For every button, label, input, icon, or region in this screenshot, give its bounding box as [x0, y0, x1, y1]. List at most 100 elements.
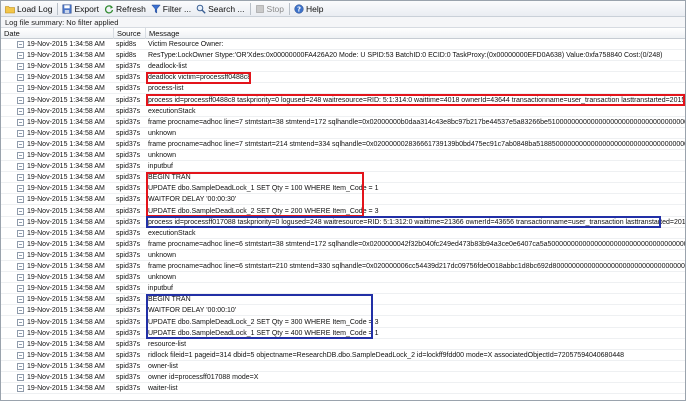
log-entry-icon — [17, 107, 24, 115]
log-message-cell: process-list — [148, 85, 184, 93]
search-icon — [196, 4, 206, 14]
log-row[interactable]: 19-Nov-2015 1:34:58 AM spid37s ridlock fil… — [1, 350, 685, 361]
log-source-cell: spid37s — [116, 129, 141, 137]
log-file-viewer: Load Log Export Refresh Filter ... Searc… — [0, 0, 686, 401]
log-message-cell: executionStack — [148, 229, 196, 237]
log-date-cell: 19-Nov-2015 1:34:58 AM — [27, 385, 105, 393]
log-row[interactable]: 19-Nov-2015 1:34:58 AM spid37s deadlock-li… — [1, 61, 685, 73]
log-message-cell: resource-list — [148, 340, 187, 348]
log-message-cell: UPDATE dbo.SampleDeadLock_2 SET Qty = 30… — [148, 318, 379, 326]
log-row[interactable]: 19-Nov-2015 1:34:58 AM spid37s deadlock vi… — [1, 72, 685, 84]
log-entry-icon — [17, 196, 24, 204]
log-entry-icon — [17, 240, 24, 248]
log-row[interactable]: 19-Nov-2015 1:34:58 AM spid37s process id=… — [1, 217, 686, 228]
log-row[interactable]: 19-Nov-2015 1:34:58 AM spid37s unknown — [1, 128, 685, 139]
log-row[interactable]: 19-Nov-2015 1:34:58 AM spid37s inputbuf — [1, 283, 685, 295]
filter-button[interactable]: Filter ... — [149, 2, 194, 16]
log-source-cell: spid37s — [116, 63, 141, 71]
log-date-cell: 19-Nov-2015 1:34:58 AM — [27, 185, 105, 193]
log-date-cell: 19-Nov-2015 1:34:58 AM — [27, 207, 105, 215]
log-date-cell: 19-Nov-2015 1:34:58 AM — [27, 229, 105, 237]
log-entry-icon — [17, 207, 24, 215]
log-source-cell: spid37s — [116, 107, 141, 115]
log-row[interactable]: 19-Nov-2015 1:34:58 AM spid37s frame procn… — [1, 117, 685, 128]
help-button[interactable]: ? Help — [292, 2, 326, 16]
log-source-cell: spid37s — [116, 96, 141, 104]
log-row[interactable]: 19-Nov-2015 1:34:58 AM spid37s unknown — [1, 150, 685, 162]
log-date-cell: 19-Nov-2015 1:34:58 AM — [27, 274, 105, 282]
log-row[interactable]: 19-Nov-2015 1:34:58 AM spid37s UPDATE dbo.… — [1, 317, 685, 328]
refresh-label: Refresh — [116, 3, 146, 14]
log-row[interactable]: 19-Nov-2015 1:34:58 AM spid37s executionSt… — [1, 106, 685, 117]
log-row[interactable]: 19-Nov-2015 1:34:58 AM spid37s BEGIN TRAN — [1, 294, 685, 306]
log-row[interactable]: 19-Nov-2015 1:34:58 AM spid37s UPDATE dbo.… — [1, 206, 685, 217]
log-row[interactable]: 19-Nov-2015 1:34:58 AM spid37s BEGIN TRAN — [1, 172, 685, 184]
log-entry-icon — [17, 140, 24, 148]
stop-icon — [255, 4, 265, 14]
search-button[interactable]: Search ... — [194, 2, 247, 16]
log-row[interactable]: 19-Nov-2015 1:34:58 AM spid8s ResType:Lock… — [1, 50, 685, 62]
save-icon — [62, 4, 72, 14]
log-entry-icon — [17, 218, 24, 226]
log-entry-icon — [17, 318, 24, 326]
help-icon: ? — [294, 3, 304, 14]
log-message-cell: frame procname=adhoc line=6 stmtstart=21… — [148, 263, 686, 270]
log-entry-icon — [17, 351, 24, 359]
log-row[interactable]: 19-Nov-2015 1:34:58 AM spid8s Victim Resou… — [1, 39, 685, 51]
stop-button[interactable]: Stop — [253, 2, 288, 16]
log-entry-icon — [17, 263, 24, 270]
date-column-header[interactable]: Date — [1, 28, 114, 39]
log-row[interactable]: 19-Nov-2015 1:34:58 AM spid37s inputbuf — [1, 161, 685, 173]
log-date-cell: 19-Nov-2015 1:34:58 AM — [27, 218, 105, 226]
log-row[interactable]: 19-Nov-2015 1:34:58 AM spid37s unknown — [1, 250, 685, 261]
log-message-cell: deadlock-list — [148, 63, 187, 71]
log-message-cell: unknown — [148, 274, 177, 282]
log-date-cell: 19-Nov-2015 1:34:58 AM — [27, 52, 105, 60]
log-source-cell: spid37s — [116, 351, 141, 359]
log-row[interactable]: 19-Nov-2015 1:34:58 AM spid37s unknown — [1, 272, 685, 284]
log-row[interactable]: 19-Nov-2015 1:34:58 AM spid37s process-lis… — [1, 83, 685, 95]
log-date-cell: 19-Nov-2015 1:34:58 AM — [27, 196, 105, 204]
log-date-cell: 19-Nov-2015 1:34:58 AM — [27, 96, 105, 104]
log-message-cell: ResType:LockOwner Stype:'OR'Xdes:0x00000… — [148, 52, 663, 60]
log-row[interactable]: 19-Nov-2015 1:34:58 AM spid37s UPDATE dbo.… — [1, 183, 685, 195]
refresh-button[interactable]: Refresh — [102, 2, 149, 16]
log-date-cell: 19-Nov-2015 1:34:58 AM — [27, 41, 105, 48]
log-row[interactable]: 19-Nov-2015 1:34:58 AM spid37s resource-li… — [1, 339, 685, 350]
log-row[interactable]: 19-Nov-2015 1:34:58 AM spid37s frame procn… — [1, 261, 686, 273]
message-column-header[interactable]: Message — [146, 28, 685, 39]
log-message-cell: deadlock victim=processff0488c8 — [148, 74, 252, 82]
log-row[interactable]: 19-Nov-2015 1:34:58 AM spid37s owner-list — [1, 361, 685, 372]
log-row[interactable]: 19-Nov-2015 1:34:58 AM spid37s WAITFOR DEL… — [1, 194, 685, 206]
log-source-cell: spid37s — [116, 385, 141, 393]
log-row[interactable]: 19-Nov-2015 1:34:58 AM spid37s owner id=pr… — [1, 372, 685, 384]
filter-icon — [151, 4, 161, 14]
log-row[interactable]: 19-Nov-2015 1:34:58 AM spid37s executionSt… — [1, 228, 685, 239]
log-message-cell: UPDATE dbo.SampleDeadLock_1 SET Qty = 10… — [148, 185, 379, 193]
svg-text:?: ? — [297, 5, 301, 13]
export-button[interactable]: Export — [60, 2, 102, 16]
toolbar-separator — [289, 2, 291, 15]
log-row[interactable]: 19-Nov-2015 1:34:58 AM spid37s frame procn… — [1, 239, 685, 250]
log-row[interactable]: 19-Nov-2015 1:34:58 AM spid37s UPDATE dbo.… — [1, 328, 685, 339]
log-message-cell: process id=processff017088 taskpriority=… — [148, 218, 686, 226]
log-row[interactable]: 19-Nov-2015 1:34:58 AM spid37s WAITFOR DEL… — [1, 305, 685, 317]
load-log-button[interactable]: Load Log — [3, 2, 55, 16]
log-source-cell: spid37s — [116, 152, 141, 159]
log-row[interactable]: 19-Nov-2015 1:34:58 AM spid37s waiter-list — [1, 383, 685, 395]
log-row[interactable]: 19-Nov-2015 1:34:58 AM spid37s frame procn… — [1, 139, 685, 150]
log-source-cell: spid37s — [116, 240, 141, 248]
log-row[interactable]: 19-Nov-2015 1:34:58 AM spid37s process id=… — [1, 95, 685, 106]
log-message-cell: owner id=processff017088 mode=X — [148, 374, 259, 381]
log-entry-icon — [17, 96, 24, 104]
log-source-cell: spid37s — [116, 362, 141, 370]
log-entry-icon — [17, 152, 24, 159]
log-message-cell: waiter-list — [148, 385, 178, 393]
log-entry-icon — [17, 174, 24, 182]
source-column-header[interactable]: Source — [114, 28, 146, 39]
log-source-cell: spid37s — [116, 140, 141, 148]
log-message-cell: UPDATE dbo.SampleDeadLock_1 SET Qty = 40… — [148, 329, 379, 337]
toolbar-separator — [57, 2, 59, 15]
log-entry-icon — [17, 296, 24, 304]
log-source-cell: spid37s — [116, 74, 141, 82]
